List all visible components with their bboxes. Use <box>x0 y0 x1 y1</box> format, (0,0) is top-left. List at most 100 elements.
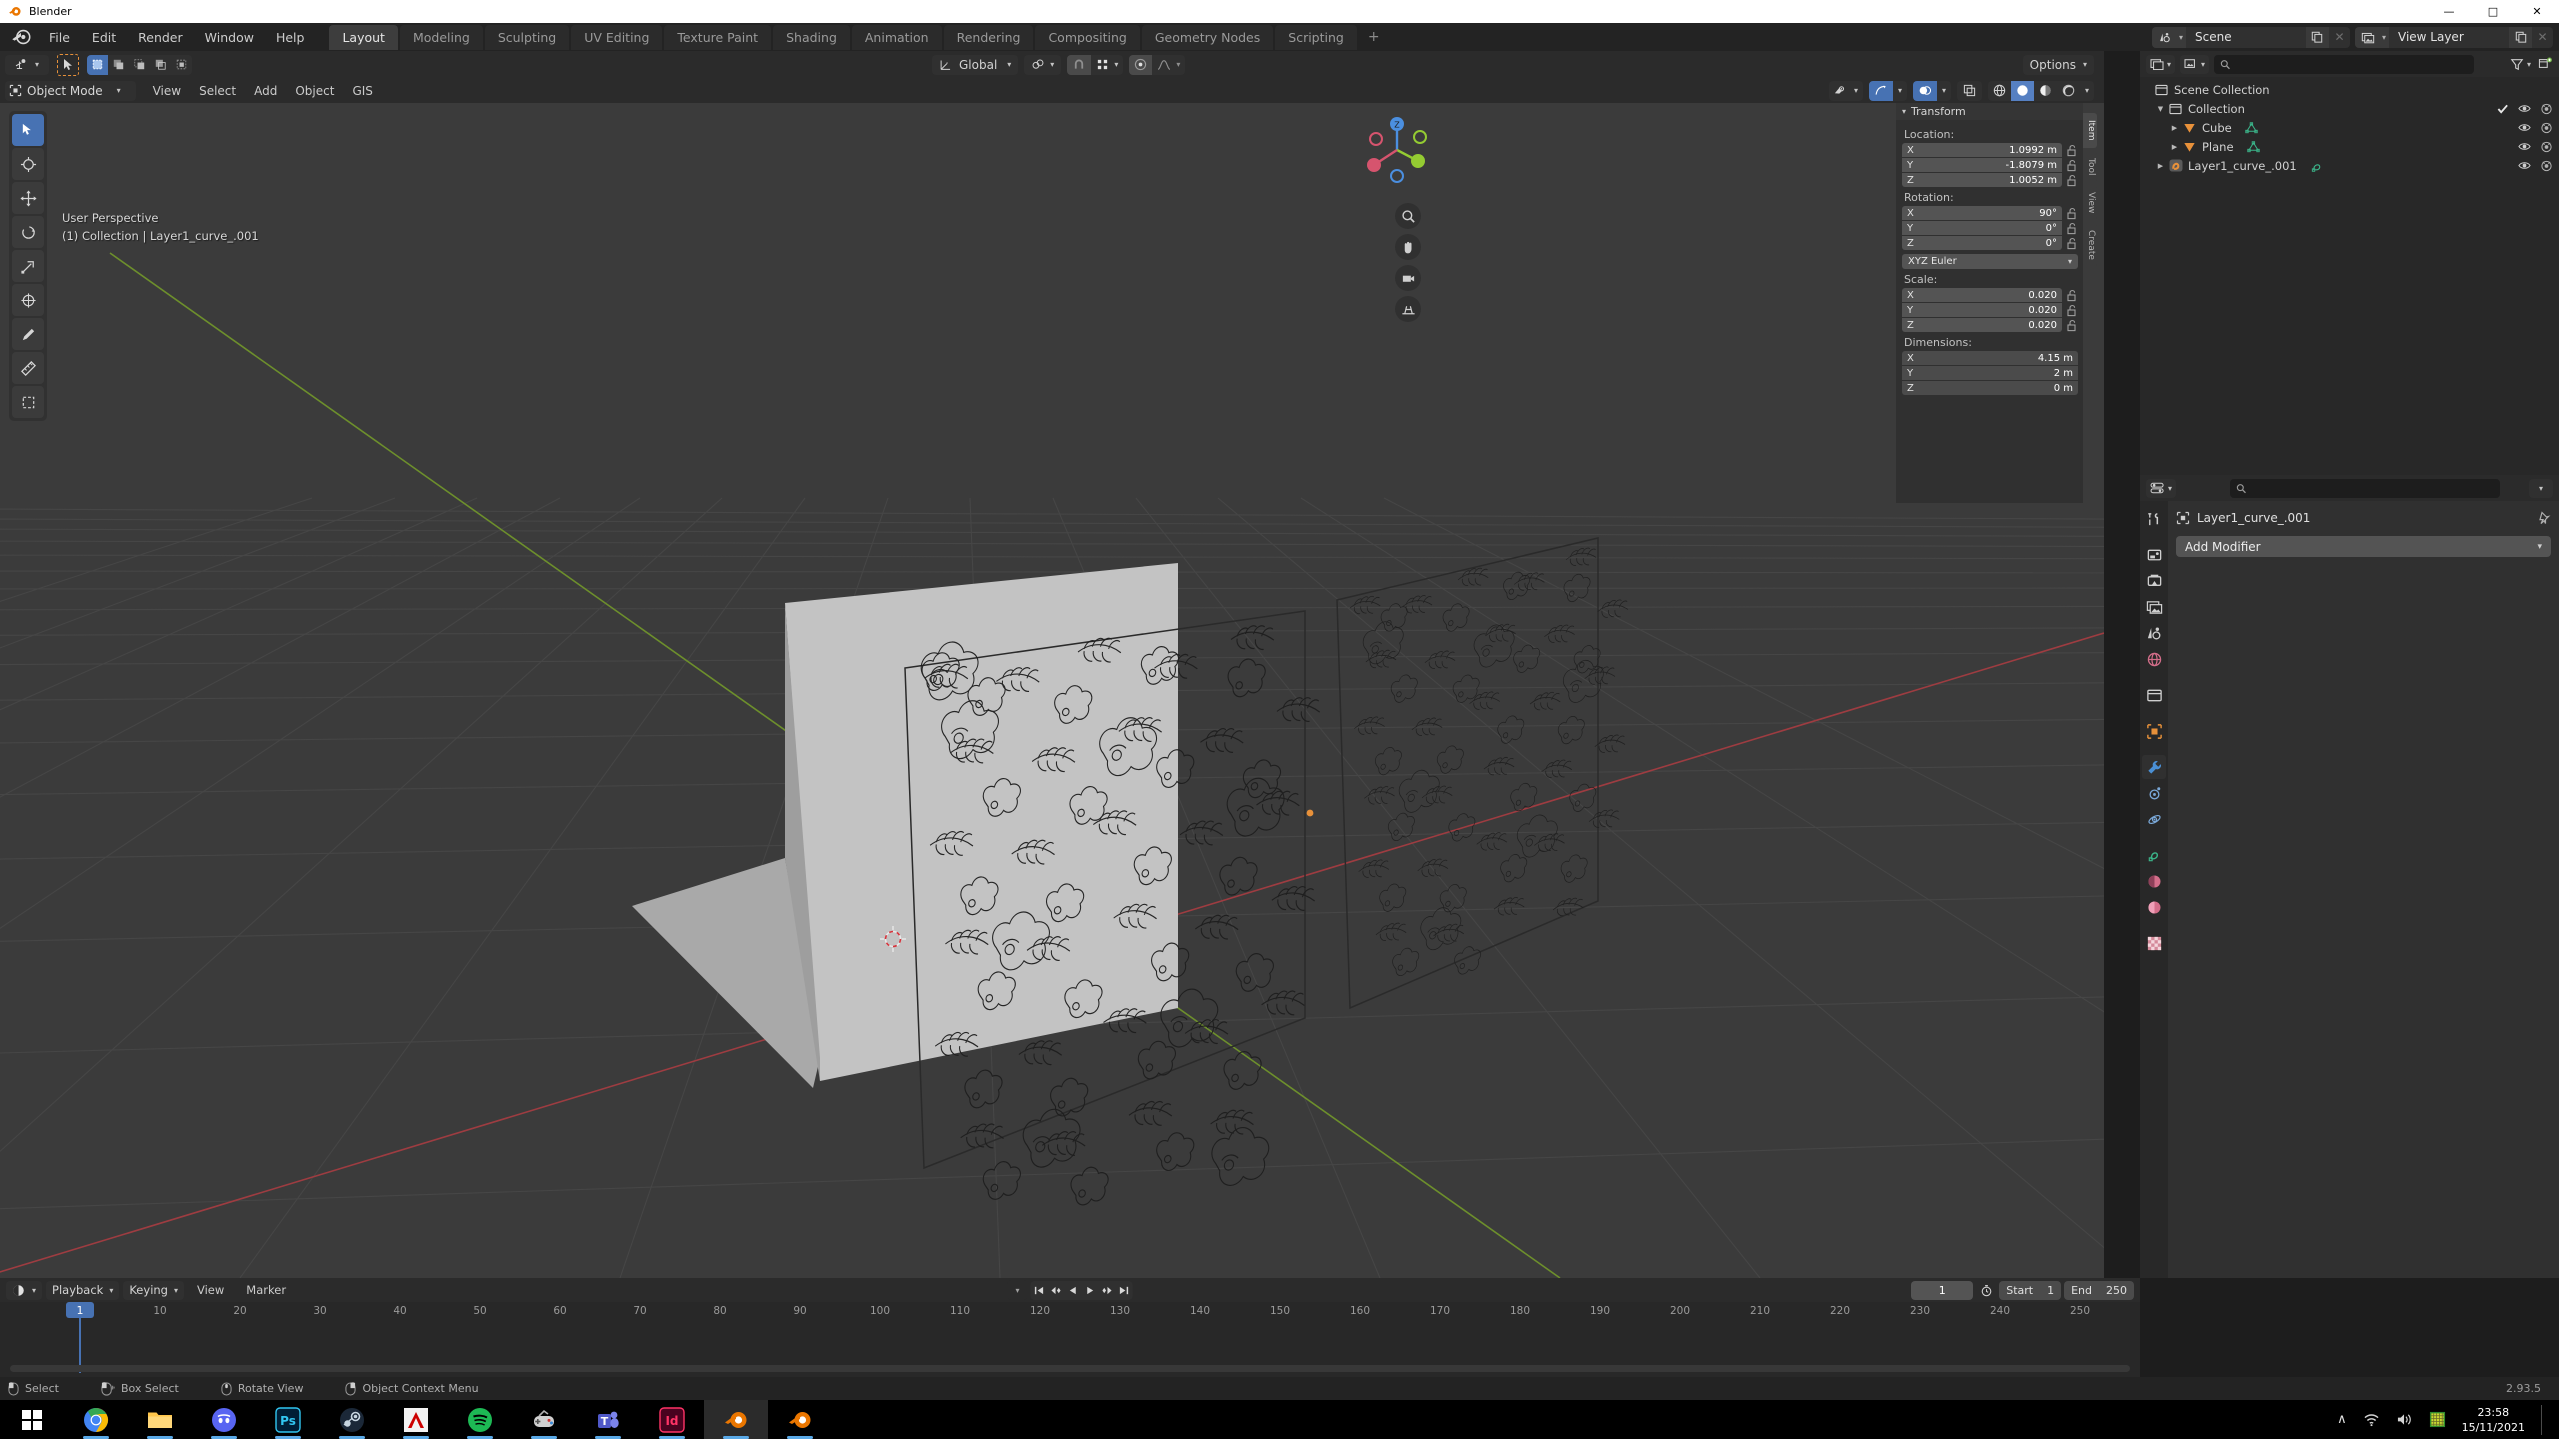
rotation-y-field[interactable]: Y 0° <box>1902 221 2062 235</box>
tool-add-cube[interactable] <box>12 386 44 418</box>
properties-tool-tab[interactable] <box>2142 507 2166 531</box>
menu-edit[interactable]: Edit <box>81 26 127 49</box>
properties-physics-tab[interactable] <box>2142 807 2166 831</box>
start-frame-field[interactable]: Start 1 <box>1999 1280 2062 1300</box>
row-data-icon[interactable] <box>2246 140 2260 153</box>
workspace-tab-layout[interactable]: Layout <box>329 24 398 50</box>
workspace-tab-compositing[interactable]: Compositing <box>1035 24 1140 50</box>
taskbar-autodesk[interactable] <box>384 1400 448 1439</box>
taskbar-microsoft-teams[interactable]: T <box>576 1400 640 1439</box>
viewport-menu-select[interactable]: Select <box>190 81 245 101</box>
remove-view-layer-button[interactable]: ✕ <box>2532 27 2553 48</box>
properties-scene-tab[interactable] <box>2142 621 2166 645</box>
scene-selector[interactable]: ▾ Scene ✕ <box>2151 26 2350 48</box>
scale-z-field[interactable]: Z 0.020 <box>1902 318 2062 332</box>
viewport-options-button[interactable]: Options ▾ <box>2022 54 2094 75</box>
timeline-view-menu[interactable]: View <box>188 1281 233 1299</box>
workspace-tab-shading[interactable]: Shading <box>773 24 850 50</box>
proportional-edit-toggle[interactable] <box>1129 54 1153 75</box>
taskbar-file-explorer[interactable] <box>128 1400 192 1439</box>
properties-particles-tab[interactable] <box>2142 781 2166 805</box>
sidebar-tab-item[interactable]: Item <box>2083 113 2097 148</box>
tool-annotate[interactable] <box>12 318 44 350</box>
outliner-editor-type-button[interactable]: ▾ <box>2146 54 2176 74</box>
outliner-row-scene-collection[interactable]: Scene Collection <box>2140 80 2559 99</box>
wireframe-shading-button[interactable] <box>1988 81 2011 101</box>
tool-measure[interactable] <box>12 352 44 384</box>
disable-in-renders-icon[interactable] <box>2540 141 2553 153</box>
rotation-z-field[interactable]: Z 0° <box>1902 236 2062 250</box>
select-extend-button[interactable] <box>108 54 129 75</box>
outliner-row-plane[interactable]: ▶ Plane <box>2140 137 2559 156</box>
pivot-point-selector[interactable]: ▾ <box>1024 54 1062 75</box>
properties-texture-tab[interactable] <box>2142 931 2166 955</box>
row-data-icon[interactable] <box>2245 121 2258 134</box>
editor-type-selector[interactable]: ▾ <box>5 54 49 75</box>
properties-object-constraints-tab[interactable] <box>2142 843 2166 867</box>
disable-in-renders-icon[interactable] <box>2540 103 2553 115</box>
new-view-layer-button[interactable] <box>2509 26 2532 48</box>
taskbar-spotify[interactable] <box>448 1400 512 1439</box>
new-scene-button[interactable] <box>2305 26 2329 48</box>
properties-object-data-tab[interactable] <box>2142 869 2166 893</box>
tool-cursor[interactable] <box>12 148 44 180</box>
tool-rotate[interactable] <box>12 216 44 248</box>
tweak-tool-button[interactable] <box>57 53 79 76</box>
select-set-button[interactable] <box>87 54 108 75</box>
tool-transform[interactable] <box>12 284 44 316</box>
sidebar-tab-create[interactable]: Create <box>2083 223 2097 268</box>
workspace-tab-geometry-nodes[interactable]: Geometry Nodes <box>1141 24 1274 50</box>
lock-open-icon[interactable] <box>2066 144 2078 157</box>
menu-window[interactable]: Window <box>194 26 265 49</box>
lock-open-icon[interactable] <box>2066 304 2078 317</box>
scale-y-field[interactable]: Y 0.020 <box>1902 303 2062 317</box>
hide-in-viewport-icon[interactable] <box>2518 103 2531 114</box>
disable-in-renders-icon[interactable] <box>2540 160 2553 172</box>
disable-in-renders-icon[interactable] <box>2540 122 2553 134</box>
outliner-search-field[interactable] <box>2235 57 2469 71</box>
taskbar-steam[interactable] <box>320 1400 384 1439</box>
next-keyframe-button[interactable] <box>1099 1281 1116 1300</box>
add-workspace-button[interactable]: + <box>1359 26 1389 48</box>
sidebar-tab-tool[interactable]: Tool <box>2083 150 2097 182</box>
blender-menu-logo-icon[interactable] <box>10 26 32 48</box>
taskbar-game-controller-app[interactable] <box>512 1400 576 1439</box>
interaction-mode-selector[interactable]: Object Mode ▾ <box>5 80 136 101</box>
dimensions-x-field[interactable]: X 4.15 m <box>1902 351 2078 365</box>
location-x-field[interactable]: X 1.0992 m <box>1902 143 2062 157</box>
overlays-options-button[interactable]: ▾ <box>1937 81 1951 101</box>
location-z-field[interactable]: Z 1.0052 m <box>1902 173 2062 187</box>
play-reverse-button[interactable] <box>1065 1281 1082 1300</box>
play-button[interactable] <box>1082 1281 1099 1300</box>
taskbar-google-chrome[interactable] <box>64 1400 128 1439</box>
timeline-horizontal-scrollbar[interactable] <box>10 1365 2130 1372</box>
viewport-menu-gis[interactable]: GIS <box>343 81 381 101</box>
location-y-field[interactable]: Y -1.8079 m <box>1902 158 2062 172</box>
color-icon[interactable] <box>2429 1411 2446 1428</box>
view-layer-selector[interactable]: ▾ View Layer ✕ <box>2354 26 2553 48</box>
lock-open-icon[interactable] <box>2066 319 2078 332</box>
unlink-scene-button[interactable]: ✕ <box>2329 27 2350 48</box>
tool-scale[interactable] <box>12 250 44 282</box>
add-modifier-button[interactable]: Add Modifier ▾ <box>2176 536 2551 557</box>
properties-view-layer-tab[interactable] <box>2142 595 2166 619</box>
outliner-row-collection[interactable]: ▼ Collection <box>2140 99 2559 118</box>
workspace-tab-animation[interactable]: Animation <box>851 24 942 50</box>
transform-orientation-selector[interactable]: Global ▾ <box>932 54 1019 75</box>
taskbar-start-button[interactable] <box>0 1400 64 1439</box>
tool-move[interactable] <box>12 182 44 214</box>
properties-output-tab[interactable] <box>2142 569 2166 593</box>
menu-file[interactable]: File <box>38 26 81 49</box>
xray-toggle-button[interactable] <box>1956 80 1982 101</box>
show-desktop-button[interactable] <box>2541 1404 2545 1435</box>
timeline-editor-type-button[interactable]: ▾ <box>6 1280 43 1300</box>
hide-in-viewport-icon[interactable] <box>2518 160 2531 171</box>
outliner-row-cube[interactable]: ▶ Cube <box>2140 118 2559 137</box>
wifi-icon[interactable] <box>2363 1413 2380 1427</box>
lock-open-icon[interactable] <box>2066 207 2078 220</box>
volume-icon[interactable] <box>2396 1412 2413 1427</box>
previous-keyframe-button[interactable] <box>1048 1281 1065 1300</box>
outliner-filter-button[interactable]: ▾ <box>2510 58 2531 71</box>
properties-render-tab[interactable] <box>2142 543 2166 567</box>
object-visibility-button[interactable]: ▾ <box>1829 81 1863 101</box>
